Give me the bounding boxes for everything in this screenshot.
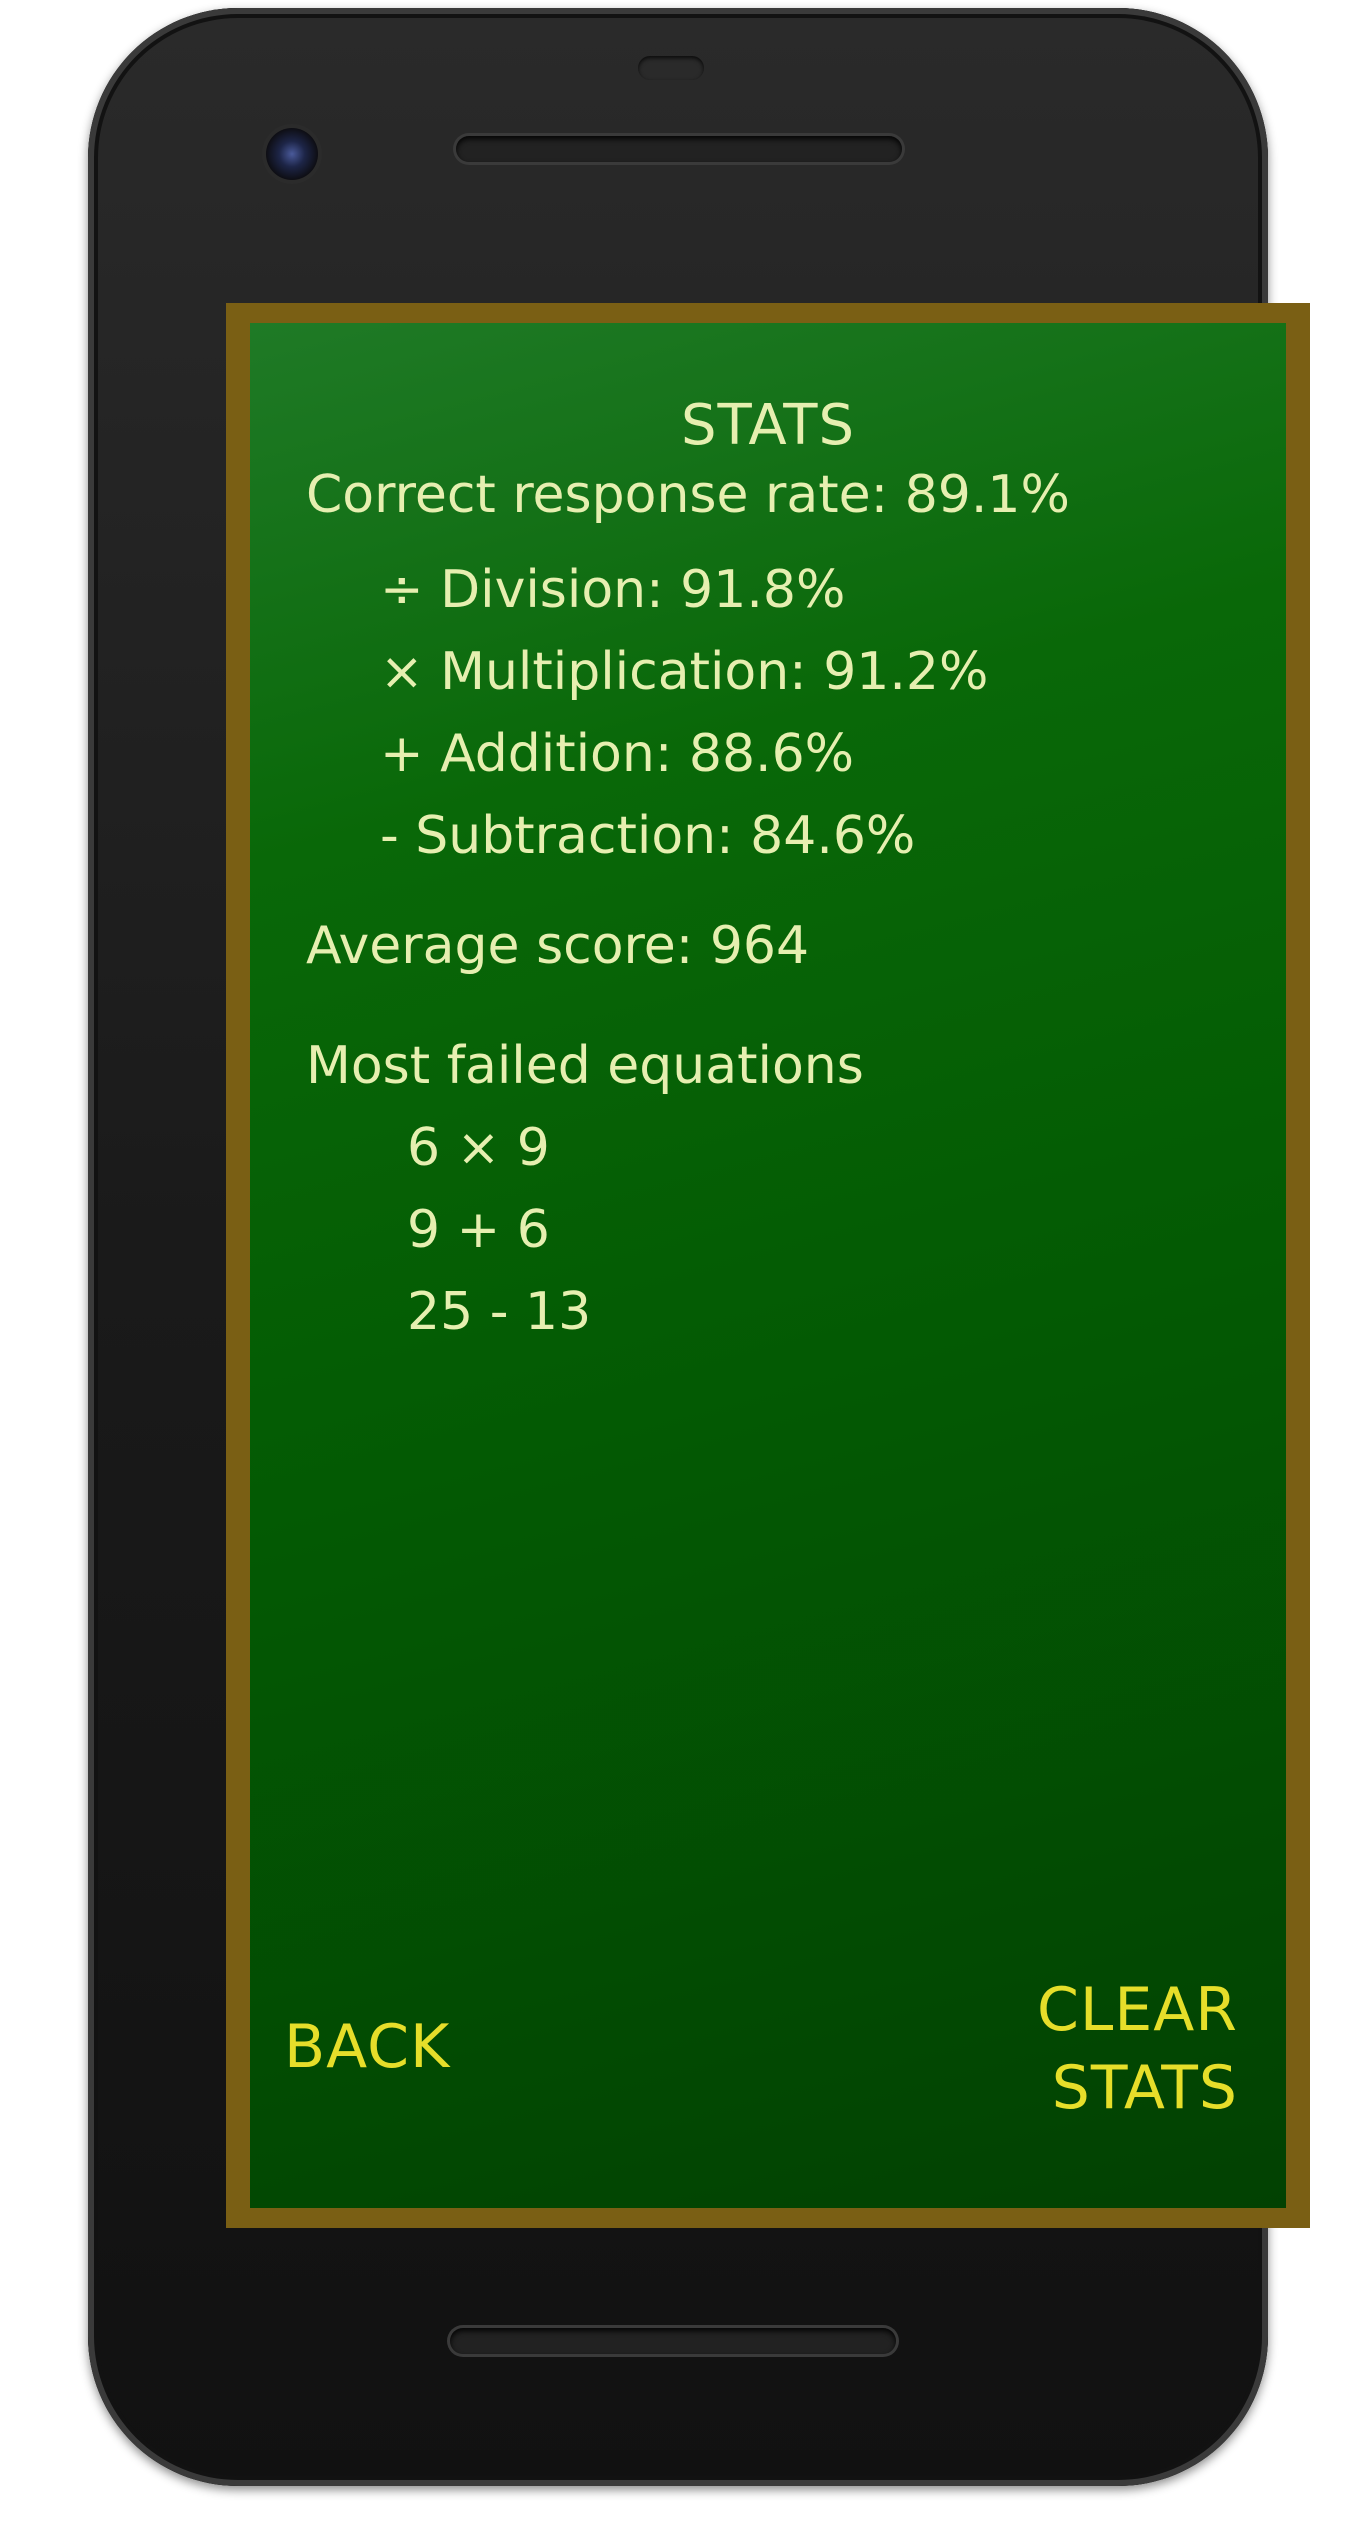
clear-stats-label-line2: STATS — [1051, 2053, 1238, 2123]
proximity-sensor — [638, 56, 704, 80]
average-score: Average score: 964 — [306, 916, 810, 976]
phone-frame: STATS Correct response rate: 89.1% ÷ Div… — [88, 8, 1310, 2486]
operation-stat-multiplication: × Multiplication: 91.2% — [380, 642, 989, 702]
operation-stat-division: ÷ Division: 91.8% — [380, 560, 846, 620]
clear-stats-button[interactable]: CLEAR STATS — [1037, 1971, 1238, 2127]
app-screen: STATS Correct response rate: 89.1% ÷ Div… — [226, 303, 1310, 2228]
page-title: STATS — [680, 393, 856, 458]
bottom-speaker-grille — [450, 2328, 896, 2354]
operation-stat-addition: + Addition: 88.6% — [380, 724, 855, 784]
failed-equations-header: Most failed equations — [306, 1036, 864, 1096]
back-button[interactable]: BACK — [284, 2008, 450, 2086]
failed-equation-item: 25 - 13 — [407, 1282, 592, 1342]
failed-equation-item: 9 + 6 — [407, 1200, 550, 1260]
operation-stat-subtraction: - Subtraction: 84.6% — [380, 806, 916, 866]
clear-stats-label-line1: CLEAR — [1037, 1975, 1238, 2045]
chalkboard: STATS Correct response rate: 89.1% ÷ Div… — [250, 323, 1286, 2208]
failed-equation-item: 6 × 9 — [407, 1118, 550, 1178]
front-camera-icon — [266, 128, 318, 180]
top-speaker-grille — [456, 136, 902, 162]
correct-response-rate: Correct response rate: 89.1% — [306, 465, 1070, 525]
